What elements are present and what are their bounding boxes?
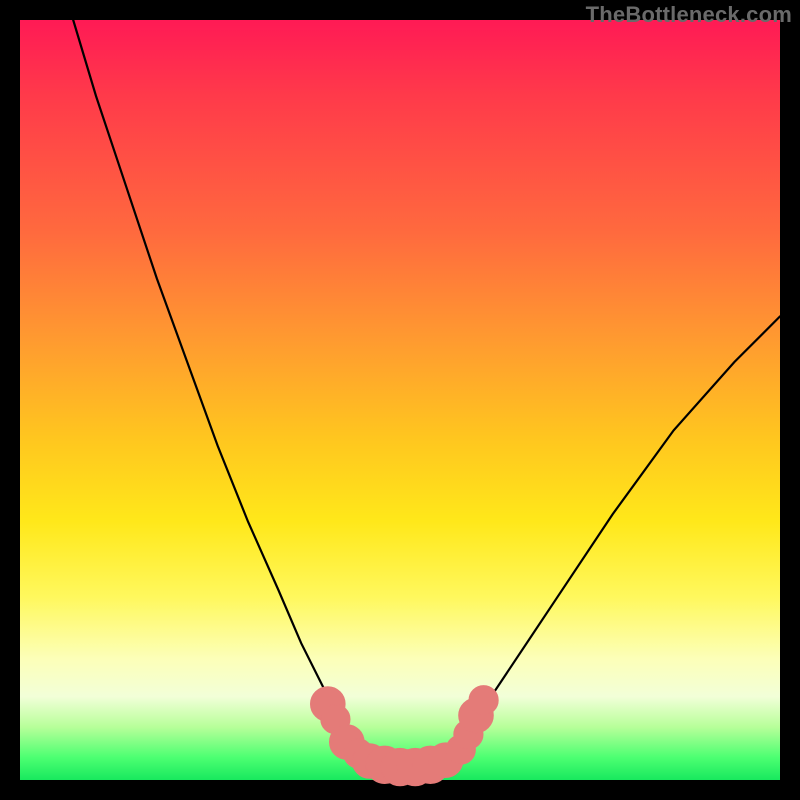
chart-frame: TheBottleneck.com <box>0 0 800 800</box>
chart-svg <box>20 20 780 780</box>
watermark-text: TheBottleneck.com <box>586 2 792 28</box>
chart-curve <box>73 20 780 769</box>
min-marker <box>469 686 498 715</box>
chart-min-markers <box>311 686 499 786</box>
chart-plot-area <box>20 20 780 780</box>
